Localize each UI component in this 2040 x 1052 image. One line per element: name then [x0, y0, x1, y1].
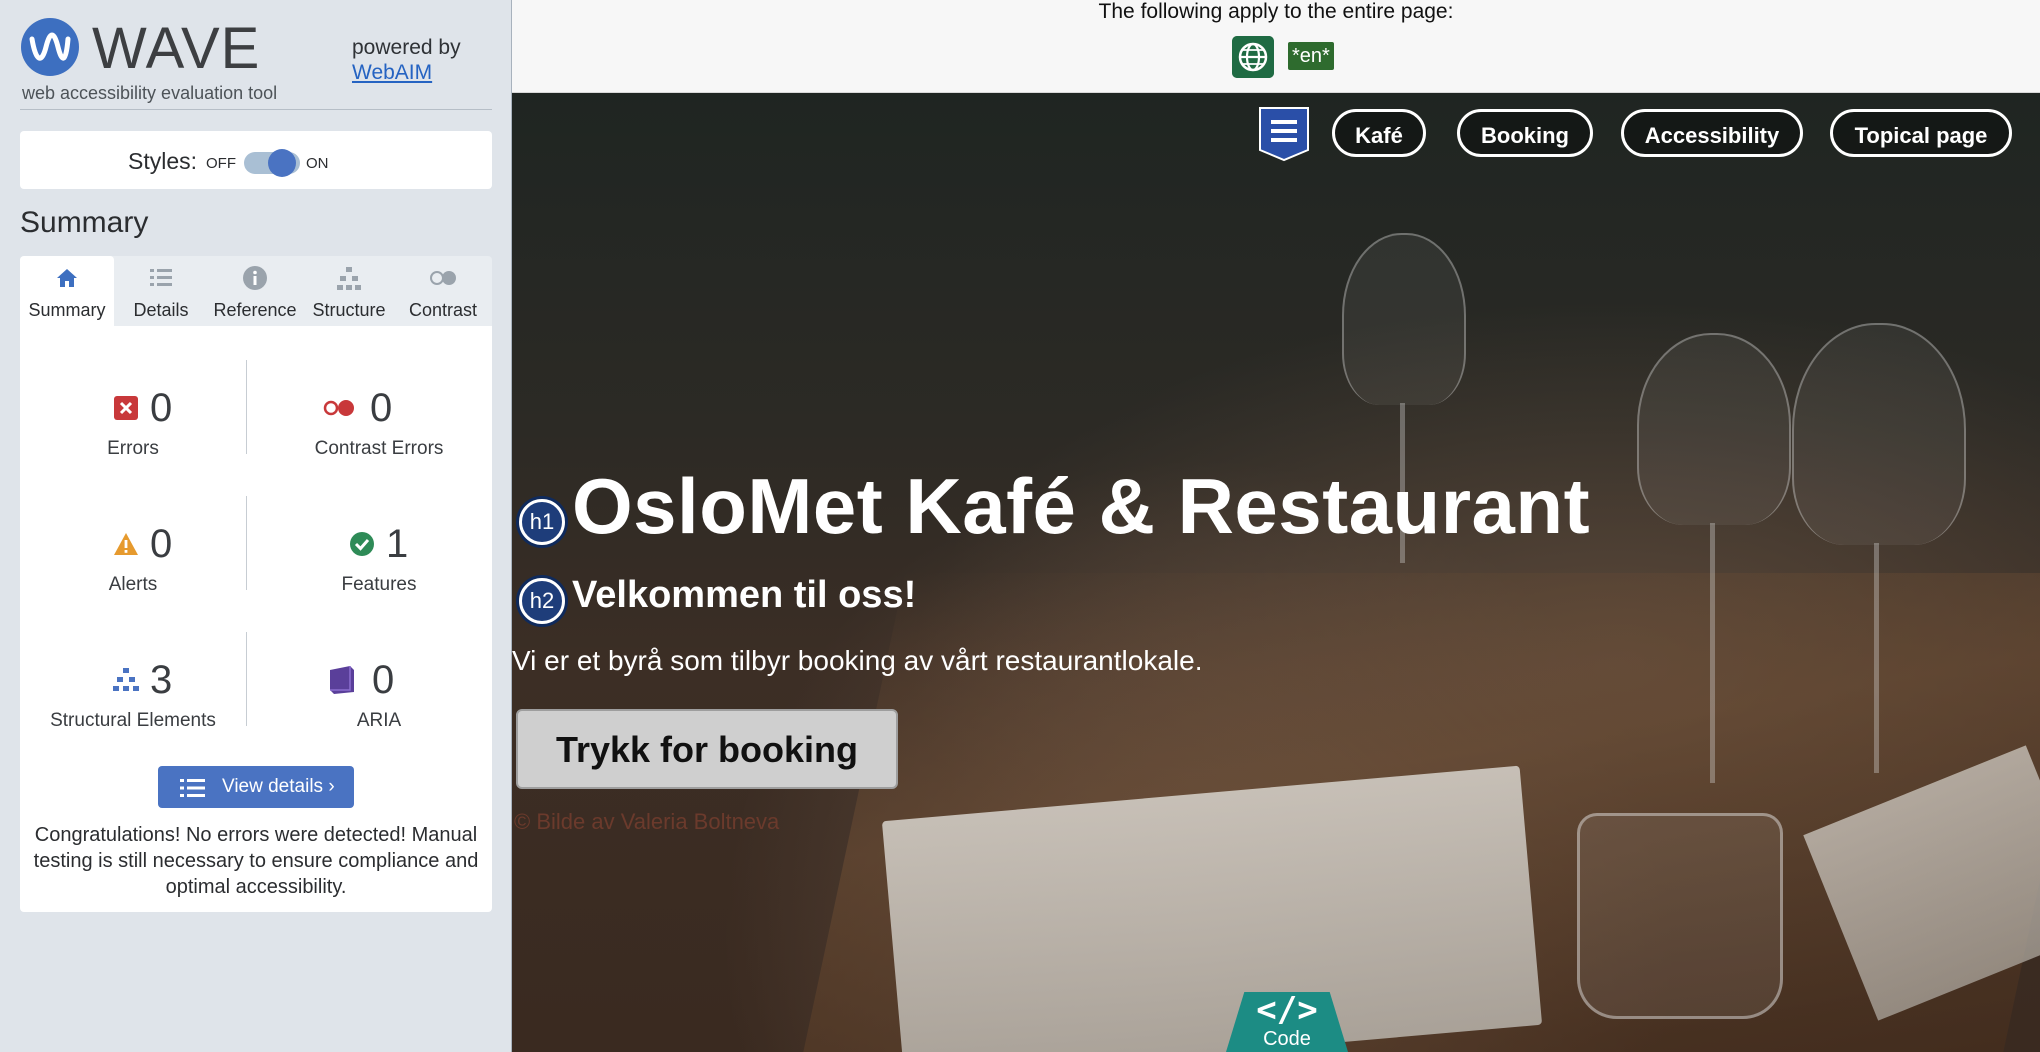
nav-link-booking[interactable]: Booking	[1457, 109, 1593, 157]
aria-label: ARIA	[356, 710, 402, 731]
page-wide-label: The following apply to the entire page:	[1098, 0, 1454, 23]
nav-link-kafe[interactable]: Kafé	[1332, 109, 1426, 157]
tab-label: Contrast	[408, 300, 478, 320]
alerts-label: Alerts	[108, 574, 158, 595]
error-icon	[114, 396, 138, 420]
header-divider	[20, 109, 492, 110]
code-tab-label: Code	[1263, 1028, 1311, 1050]
code-icon: </>	[1256, 990, 1318, 1030]
contrast-errors-label: Contrast Errors	[314, 438, 444, 459]
feature-icon	[350, 532, 374, 556]
list-icon	[180, 779, 205, 797]
nav-link-accessibility[interactable]: Accessibility	[1621, 109, 1803, 157]
structural-count: 3	[150, 658, 173, 702]
styles-on-label: ON	[306, 155, 329, 172]
tab-label: Structure	[312, 300, 386, 320]
stat-divider	[246, 360, 247, 454]
powered-by-label: powered by	[352, 36, 461, 59]
language-tag[interactable]: *en*	[1288, 42, 1334, 70]
page-subtitle: Velkommen til oss!	[572, 574, 917, 616]
globe-language-icon[interactable]	[1232, 36, 1274, 78]
alerts-count: 0	[150, 522, 173, 566]
structural-label: Structural Elements	[50, 710, 216, 731]
features-label: Features	[341, 574, 417, 595]
tab-label: Summary	[28, 300, 106, 320]
view-details-label: View details ›	[222, 776, 335, 797]
styles-off-label: OFF	[206, 155, 236, 172]
features-count: 1	[386, 522, 409, 566]
wine-glass-stem	[1710, 523, 1715, 783]
tab-reference[interactable]: Reference	[208, 256, 302, 326]
webaim-link[interactable]: WebAIM	[352, 61, 432, 85]
view-details-button[interactable]: View details ›	[158, 766, 354, 808]
wave-tabs: Summary Details Reference Structure Cont…	[20, 256, 492, 326]
intro-text: Vi er et byrå som tilbyr booking av vårt…	[512, 645, 1203, 676]
styles-toggle-box: Styles: OFF ON	[20, 131, 492, 189]
h1-marker-icon[interactable]: h1	[519, 499, 565, 545]
errors-count: 0	[150, 386, 173, 430]
contrast-errors-count: 0	[370, 386, 393, 430]
tab-label: Details	[133, 300, 189, 320]
stat-divider	[246, 632, 247, 726]
congratulations-message: Congratulations! No errors were detected…	[33, 824, 479, 898]
aria-count: 0	[372, 658, 395, 702]
list-icon	[150, 269, 172, 286]
page-title: OsloMet Kafé & Restaurant	[572, 462, 1591, 550]
wave-sidebar: WAVE web accessibility evaluation tool p…	[0, 0, 512, 1052]
info-icon	[243, 266, 267, 290]
stat-divider	[246, 496, 247, 590]
errors-label: Errors	[107, 438, 159, 459]
wine-glass	[1637, 333, 1791, 525]
alert-icon	[114, 533, 138, 555]
water-tumbler	[1577, 813, 1783, 1019]
contrast-icon	[430, 271, 456, 285]
wave-tagline: web accessibility evaluation tool	[22, 83, 278, 103]
styles-toggle-knob[interactable]	[268, 149, 296, 177]
styles-label: Styles:	[128, 148, 198, 174]
photo-credit: © Bilde av Valeria Boltneva	[514, 809, 780, 834]
h2-marker-icon[interactable]: h2	[519, 578, 565, 624]
nav-link-topical-page[interactable]: Topical page	[1830, 109, 2012, 157]
wine-glass	[1342, 233, 1466, 405]
stat-features[interactable]: 1 Features	[266, 520, 492, 596]
tab-structure[interactable]: Structure	[302, 256, 396, 326]
wave-logo-text: WAVE	[92, 16, 261, 81]
evaluated-page: Kafé Booking Accessibility Topical page …	[512, 93, 2040, 1052]
home-icon	[57, 269, 77, 287]
summary-panel: 0 Errors 0 Contrast Errors 0 Alerts 1 Fe…	[20, 326, 492, 912]
stat-errors[interactable]: 0 Errors	[20, 384, 246, 460]
page-wide-annotations: The following apply to the entire page: …	[512, 0, 2040, 93]
stat-structural-elements[interactable]: 3 Structural Elements	[20, 656, 246, 732]
wine-glass	[1792, 323, 1966, 545]
code-panel-toggle[interactable]: </> Code	[1226, 992, 1348, 1052]
summary-heading: Summary	[20, 206, 149, 239]
tab-contrast[interactable]: Contrast	[396, 256, 490, 326]
contrast-error-icon	[323, 400, 354, 416]
stat-contrast-errors[interactable]: 0 Contrast Errors	[266, 384, 492, 460]
hierarchy-icon	[337, 267, 361, 290]
stat-aria[interactable]: 0 ARIA	[266, 656, 492, 732]
tab-summary[interactable]: Summary	[20, 256, 114, 326]
tab-label: Reference	[213, 300, 297, 320]
booking-button[interactable]: Trykk for booking	[516, 709, 898, 789]
wine-glass-stem	[1874, 543, 1879, 773]
stat-alerts[interactable]: 0 Alerts	[20, 520, 246, 596]
tab-details[interactable]: Details	[114, 256, 208, 326]
wave-logo-icon	[21, 18, 79, 76]
menu-icon[interactable]	[1256, 106, 1312, 162]
structure-icon	[113, 668, 139, 691]
aria-icon	[330, 666, 354, 694]
